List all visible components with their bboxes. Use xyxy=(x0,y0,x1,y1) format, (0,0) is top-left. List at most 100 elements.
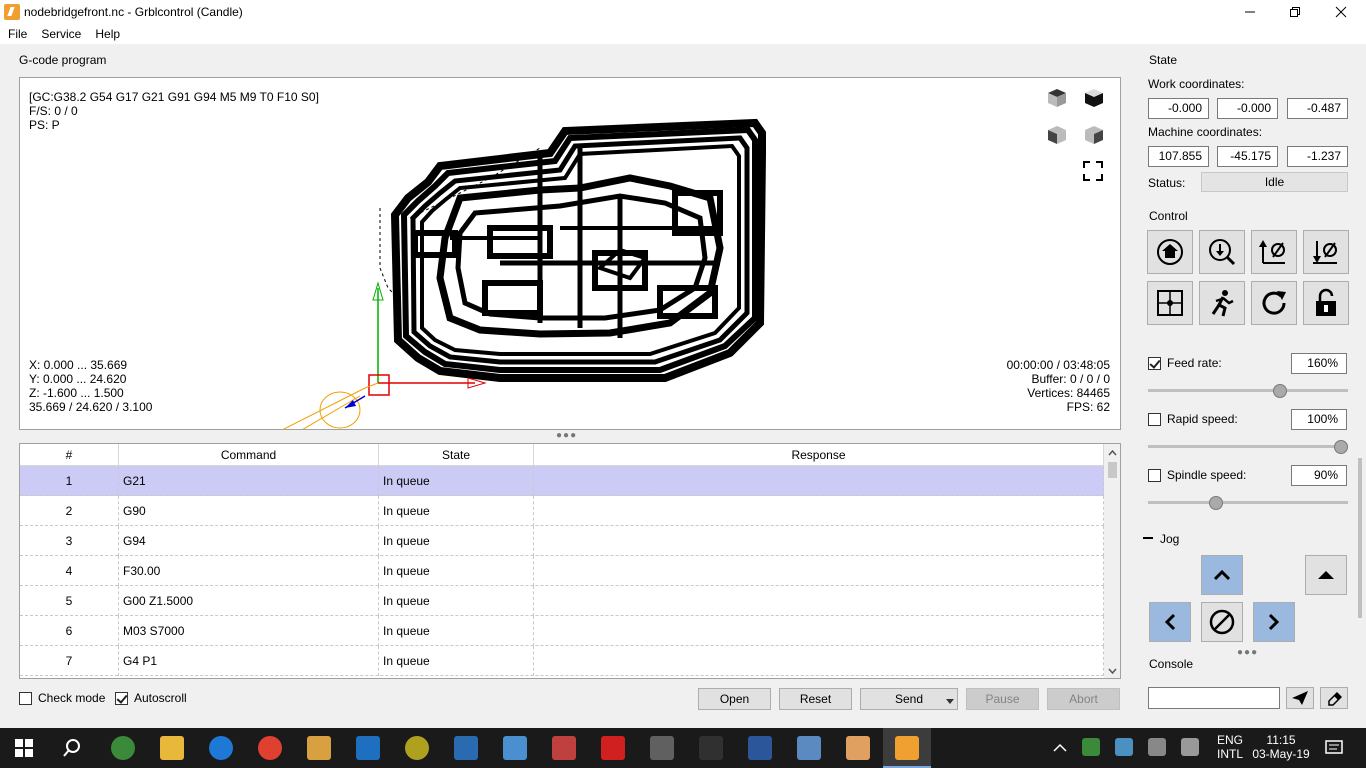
feed-override-track[interactable] xyxy=(1148,389,1348,392)
app-window-icon[interactable] xyxy=(454,736,478,760)
diamond-app-icon[interactable] xyxy=(552,736,576,760)
open-button[interactable]: Open xyxy=(698,688,771,710)
table-scrollbar[interactable] xyxy=(1104,444,1121,678)
pause-button[interactable]: Pause xyxy=(966,688,1039,710)
col-command-header[interactable]: Command xyxy=(119,444,379,466)
chrome-browser-icon[interactable] xyxy=(258,736,282,760)
feed-override-slider[interactable] xyxy=(1272,384,1287,398)
cad-app-icon[interactable] xyxy=(699,736,723,760)
jog-stop-button[interactable] xyxy=(1201,602,1243,642)
probe-z-button[interactable] xyxy=(1199,230,1245,274)
calculator-icon[interactable] xyxy=(503,736,527,760)
notifications-icon[interactable] xyxy=(1325,740,1343,756)
windows-start-icon[interactable] xyxy=(15,739,33,757)
feed-override-box[interactable] xyxy=(1148,356,1161,370)
language-indicator[interactable]: ENG INTL xyxy=(1212,733,1248,761)
autoscroll-box[interactable] xyxy=(115,691,128,705)
console-clear-button[interactable] xyxy=(1320,687,1348,709)
tray-expand-icon[interactable] xyxy=(1053,743,1067,753)
table-row[interactable]: 2 G90 In queue xyxy=(20,496,1104,526)
edge-browser-icon[interactable] xyxy=(209,736,233,760)
menu-file[interactable]: File xyxy=(0,27,33,41)
inkscape-icon[interactable] xyxy=(650,736,674,760)
safe-position-button[interactable] xyxy=(1199,281,1245,325)
minimize-button[interactable] xyxy=(1227,0,1273,24)
pen-tray-icon[interactable] xyxy=(1181,738,1199,756)
soft-reset-button[interactable] xyxy=(1251,281,1297,325)
reset-button[interactable]: Reset xyxy=(779,688,852,710)
rapid-override-box[interactable] xyxy=(1148,412,1161,426)
tray-app-icon[interactable] xyxy=(1082,738,1100,756)
bird-app-icon[interactable] xyxy=(307,736,331,760)
word-icon[interactable] xyxy=(748,736,772,760)
spindle-override-track[interactable] xyxy=(1148,501,1348,504)
right-panel-scrollbar[interactable] xyxy=(1356,338,1364,642)
jog-y-plus-button[interactable] xyxy=(1201,555,1243,595)
jog-collapse-icon[interactable] xyxy=(1143,537,1153,541)
col-state-header[interactable]: State xyxy=(379,444,534,466)
view-left-button[interactable] xyxy=(1045,123,1075,153)
fit-view-button[interactable] xyxy=(1082,160,1112,190)
gcode-table[interactable]: # Command State Response 1 G21 In queue … xyxy=(19,443,1121,679)
table-scroll-thumb[interactable] xyxy=(1108,462,1117,478)
acrobat-icon[interactable] xyxy=(601,736,625,760)
send-button[interactable]: Send xyxy=(860,688,958,710)
console-input[interactable] xyxy=(1148,687,1280,709)
search-icon[interactable] xyxy=(62,738,82,758)
col-response-header[interactable]: Response xyxy=(534,444,1104,466)
jog-x-plus-button[interactable] xyxy=(1253,602,1295,642)
menu-help[interactable]: Help xyxy=(87,27,126,41)
rapid-override-value[interactable]: 100% xyxy=(1291,409,1347,430)
zero-z-button[interactable] xyxy=(1303,230,1349,274)
abort-button[interactable]: Abort xyxy=(1047,688,1120,710)
spindle-override-checkbox[interactable]: Spindle speed: xyxy=(1148,468,1246,482)
console-splitter-handle[interactable]: ●●● xyxy=(1237,647,1258,658)
view-iso-button[interactable] xyxy=(1082,123,1112,153)
feed-override-checkbox[interactable]: Feed rate: xyxy=(1148,356,1222,370)
unlock-button[interactable] xyxy=(1303,281,1349,325)
clock[interactable]: 11:15 03-May-19 xyxy=(1248,733,1314,761)
home-button[interactable] xyxy=(1147,230,1193,274)
rapid-override-track[interactable] xyxy=(1148,445,1348,448)
rapid-override-slider[interactable] xyxy=(1334,440,1348,454)
outlook-icon[interactable] xyxy=(356,736,380,760)
spindle-override-slider[interactable] xyxy=(1209,496,1224,510)
scroll-down-icon[interactable] xyxy=(1104,664,1121,678)
photos-icon[interactable] xyxy=(797,736,821,760)
table-row[interactable]: 7 G4 P1 In queue xyxy=(20,646,1104,676)
check-mode-box[interactable] xyxy=(19,691,32,705)
view-front-button[interactable] xyxy=(1082,86,1112,116)
gcode-3d-viewer[interactable]: [GC:G38.2 G54 G17 G21 G91 G94 M5 M9 T0 F… xyxy=(19,77,1121,430)
autoscroll-checkbox[interactable]: Autoscroll xyxy=(115,691,187,705)
view-top-button[interactable] xyxy=(1045,86,1075,116)
feed-override-value[interactable]: 160% xyxy=(1291,353,1347,374)
return-xy-button[interactable] xyxy=(1147,281,1193,325)
rapid-override-checkbox[interactable]: Rapid speed: xyxy=(1148,412,1238,426)
jog-x-minus-button[interactable] xyxy=(1149,602,1191,642)
candle-taskbar-button[interactable] xyxy=(883,728,931,768)
table-row[interactable]: 6 M03 S7000 In queue xyxy=(20,616,1104,646)
right-panel-scroll-thumb[interactable] xyxy=(1358,458,1362,618)
dropbox-icon[interactable] xyxy=(1148,738,1166,756)
network-icon[interactable] xyxy=(1115,738,1133,756)
scroll-up-icon[interactable] xyxy=(1104,446,1121,460)
menu-service[interactable]: Service xyxy=(33,27,87,41)
globe-tool-icon[interactable] xyxy=(405,736,429,760)
table-row[interactable]: 1 G21 In queue xyxy=(20,466,1104,496)
close-button[interactable] xyxy=(1318,0,1364,24)
spindle-override-value[interactable]: 90% xyxy=(1291,465,1347,486)
zero-xy-button[interactable] xyxy=(1251,230,1297,274)
globe-app-icon[interactable] xyxy=(111,736,135,760)
file-explorer-icon[interactable] xyxy=(160,736,184,760)
col-num-header[interactable]: # xyxy=(20,444,119,466)
table-row[interactable]: 3 G94 In queue xyxy=(20,526,1104,556)
splitter-handle[interactable]: ●●● xyxy=(556,430,577,441)
jog-z-plus-button[interactable] xyxy=(1305,555,1347,595)
console-send-button[interactable] xyxy=(1286,687,1314,709)
table-row[interactable]: 5 G00 Z1.5000 In queue xyxy=(20,586,1104,616)
check-mode-checkbox[interactable]: Check mode xyxy=(19,691,105,705)
table-row[interactable]: 4 F30.00 In queue xyxy=(20,556,1104,586)
restore-button[interactable] xyxy=(1272,0,1318,24)
spindle-override-box[interactable] xyxy=(1148,468,1161,482)
image-editor-icon[interactable] xyxy=(846,736,870,760)
